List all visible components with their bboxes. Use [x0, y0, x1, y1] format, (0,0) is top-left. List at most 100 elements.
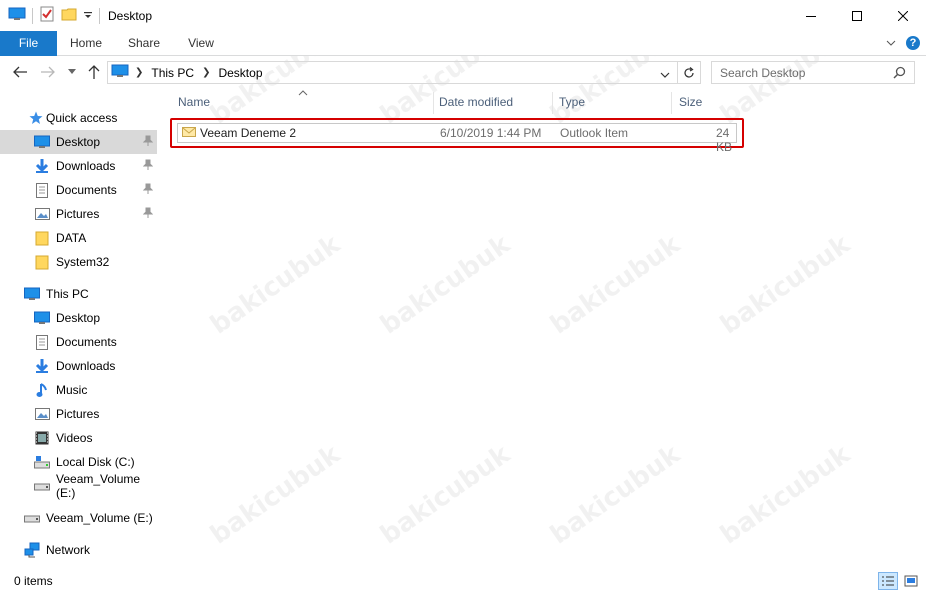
nav-pc-downloads[interactable]: Downloads	[0, 354, 157, 378]
nav-pc-music[interactable]: Music	[0, 378, 157, 402]
desktop-icon	[34, 310, 50, 326]
nav-label: Network	[46, 543, 91, 557]
download-icon	[34, 158, 50, 174]
mail-icon	[182, 126, 196, 141]
document-icon	[34, 182, 50, 198]
breadcrumb-desktop[interactable]: Desktop	[218, 66, 262, 80]
column-header-date[interactable]: Date modified	[439, 95, 513, 109]
pin-icon[interactable]	[142, 183, 154, 198]
nav-label: System32	[56, 255, 110, 269]
search-box	[711, 61, 915, 84]
breadcrumb-this-pc[interactable]: This PC	[151, 66, 194, 80]
nav-quick-system32[interactable]: System32	[0, 250, 157, 274]
search-icon[interactable]	[893, 66, 906, 82]
nav-quick-downloads[interactable]: Downloads	[0, 154, 157, 178]
folder-icon	[34, 230, 50, 246]
tab-share[interactable]: Share	[121, 31, 167, 56]
forward-button[interactable]	[38, 62, 58, 82]
maximize-button[interactable]	[834, 0, 880, 31]
nav-pc-videos[interactable]: Videos	[0, 426, 157, 450]
nav-label: Desktop	[56, 135, 101, 149]
address-bar[interactable]: ❯ This PC ❯ Desktop	[107, 61, 701, 84]
column-divider[interactable]	[433, 92, 434, 114]
refresh-button[interactable]	[677, 61, 701, 84]
column-header-type[interactable]: Type	[559, 95, 585, 109]
nav-pc-veeam-volume[interactable]: Veeam_Volume (E:)	[0, 472, 157, 500]
music-icon	[34, 382, 50, 398]
address-dropdown-icon[interactable]	[660, 68, 670, 82]
column-divider[interactable]	[671, 92, 672, 114]
pin-icon[interactable]	[142, 159, 154, 174]
help-icon[interactable]: ?	[906, 36, 920, 50]
drive-icon	[24, 510, 40, 526]
nav-this-pc[interactable]: This PC	[0, 282, 157, 306]
nav-veeam-volume[interactable]: Veeam_Volume (E:)	[0, 506, 157, 530]
nav-label: Local Disk (C:)	[56, 455, 135, 469]
pin-icon[interactable]	[142, 207, 154, 222]
nav-pc-pictures[interactable]: Pictures	[0, 402, 157, 426]
nav-pc-documents[interactable]: Documents	[0, 330, 157, 354]
window-controls	[788, 0, 926, 31]
network-icon	[24, 542, 40, 558]
column-header-size[interactable]: Size	[679, 95, 702, 109]
nav-pc-desktop[interactable]: Desktop	[0, 306, 157, 330]
this-pc-icon	[111, 64, 129, 81]
nav-quick-access[interactable]: Quick access	[0, 106, 157, 130]
breadcrumb-chevron-icon[interactable]: ❯	[135, 67, 143, 78]
download-icon	[34, 358, 50, 374]
file-date: 6/10/2019 1:44 PM	[440, 126, 542, 140]
recent-locations-icon[interactable]	[62, 62, 82, 82]
nav-label: Pictures	[56, 207, 100, 221]
film-icon	[34, 430, 50, 446]
column-header-name[interactable]: Name	[178, 95, 210, 109]
nav-label: Quick access	[46, 111, 118, 125]
nav-label: Videos	[56, 431, 93, 445]
nav-quick-pictures[interactable]: Pictures	[0, 202, 157, 226]
qat-dropdown-icon[interactable]	[83, 9, 93, 23]
table-row[interactable]: Veeam Deneme 2 6/10/2019 1:44 PM Outlook…	[177, 123, 737, 154]
nav-label: Veeam_Volume (E:)	[46, 511, 153, 525]
tab-view[interactable]: View	[178, 31, 224, 56]
nav-pc-local-disk[interactable]: Local Disk (C:)	[0, 450, 157, 474]
desktop-icon	[34, 134, 50, 150]
expand-ribbon-icon[interactable]	[886, 36, 896, 50]
ribbon-tabs: File Home Share View ?	[0, 31, 926, 56]
nav-label: Downloads	[56, 359, 116, 373]
search-input[interactable]	[720, 62, 890, 83]
nav-label: This PC	[46, 287, 89, 301]
breadcrumb-chevron-icon[interactable]: ❯	[202, 67, 210, 78]
document-icon	[34, 334, 50, 350]
nav-label: Music	[56, 383, 88, 397]
column-divider[interactable]	[552, 92, 553, 114]
nav-quick-documents[interactable]: Documents	[0, 178, 157, 202]
tab-file[interactable]: File	[0, 31, 57, 56]
back-button[interactable]	[10, 62, 30, 82]
window-title: Desktop	[108, 8, 153, 23]
computer-icon	[24, 286, 40, 302]
details-view-button[interactable]	[878, 572, 898, 590]
title-bar: Desktop	[0, 0, 926, 31]
sort-ascending-icon	[298, 88, 308, 99]
new-folder-icon[interactable]	[61, 6, 77, 25]
properties-icon[interactable]	[39, 6, 55, 25]
nav-label: DATA	[56, 231, 87, 245]
minimize-button[interactable]	[788, 0, 834, 31]
file-type: Outlook Item	[560, 126, 629, 140]
system-drive-icon	[34, 454, 50, 470]
close-button[interactable]	[880, 0, 926, 31]
pin-icon[interactable]	[142, 135, 154, 150]
drive-icon	[34, 478, 50, 494]
nav-quick-desktop[interactable]: Desktop	[0, 130, 157, 154]
nav-label: Downloads	[56, 159, 116, 173]
nav-label: Pictures	[56, 407, 100, 421]
folder-icon	[34, 254, 50, 270]
nav-quick-data[interactable]: DATA	[0, 226, 157, 250]
window-icon[interactable]	[8, 7, 26, 24]
navigation-pane: Quick access Desktop Downloads Documents…	[0, 96, 160, 570]
tab-home[interactable]: Home	[62, 31, 110, 56]
up-button[interactable]	[84, 62, 104, 82]
highlight-box: Veeam Deneme 2 6/10/2019 1:44 PM Outlook…	[170, 118, 744, 154]
nav-network[interactable]: Network	[0, 538, 157, 562]
nav-label: Desktop	[56, 311, 101, 325]
large-icons-view-button[interactable]	[901, 572, 921, 590]
